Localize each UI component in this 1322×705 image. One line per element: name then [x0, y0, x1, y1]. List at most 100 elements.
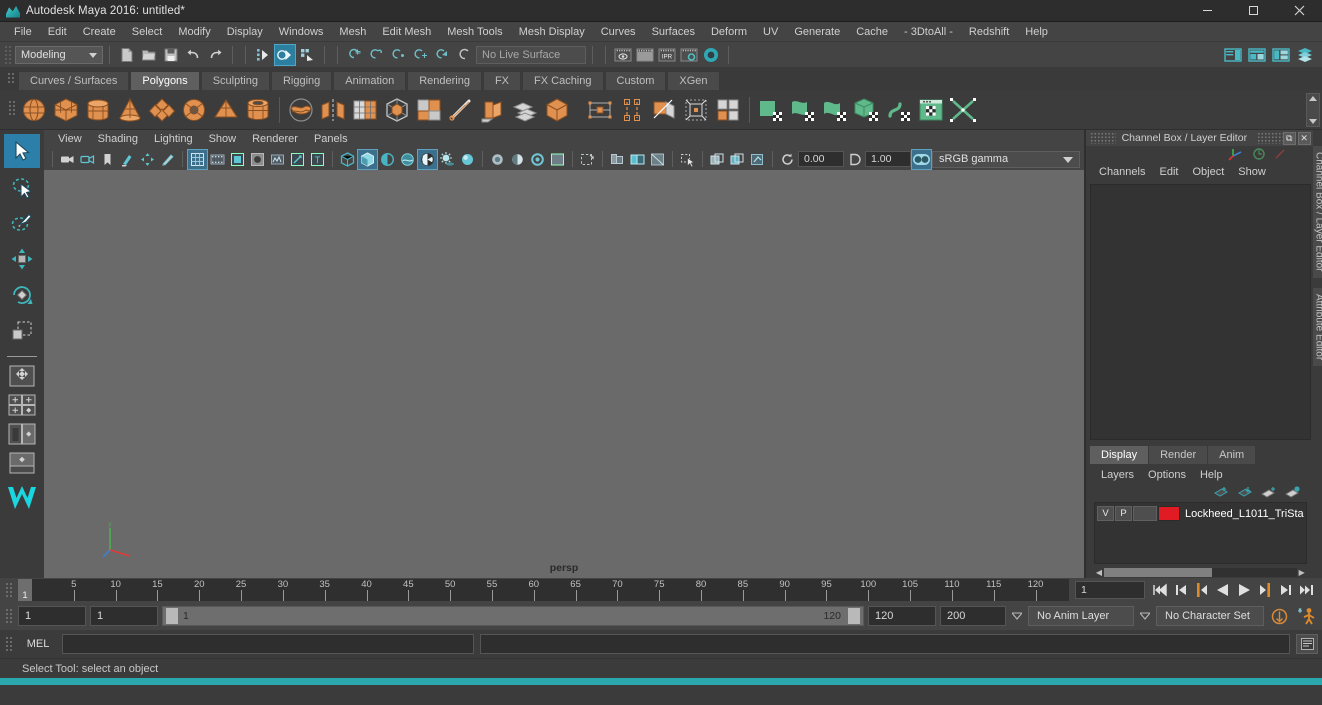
layer-help-menu[interactable]: Help: [1193, 469, 1230, 481]
layer-list[interactable]: V P Lockheed_L1011_TriSta: [1094, 502, 1307, 564]
color-space-selector[interactable]: sRGB gamma: [932, 150, 1080, 168]
viewport-menu-show[interactable]: Show: [201, 130, 245, 148]
character-set-selector[interactable]: No Character Set: [1156, 606, 1264, 626]
manipulator-icon[interactable]: [1225, 147, 1245, 161]
menu-redshift[interactable]: Redshift: [961, 22, 1017, 42]
menu-cache[interactable]: Cache: [848, 22, 896, 42]
persp-outliner-layout-icon[interactable]: [4, 421, 40, 447]
render-view-icon[interactable]: [612, 44, 634, 66]
vertical-tab-channel-box[interactable]: Channel Box / Layer Editor: [1312, 146, 1322, 278]
shelf-tab-curves-surfaces[interactable]: Curves / Surfaces: [18, 71, 130, 90]
attribute-editor-icon[interactable]: [1246, 44, 1268, 66]
scale-tool-button[interactable]: [4, 314, 40, 348]
command-language-label[interactable]: MEL: [20, 638, 56, 650]
poly-pipe-icon[interactable]: [242, 94, 274, 126]
chevron-down-icon[interactable]: [1010, 606, 1024, 626]
panel-drag-handle-right[interactable]: [1256, 132, 1283, 144]
layer-list-scrollbar[interactable]: ◀ ▶: [1094, 567, 1307, 578]
uv-cylindrical-icon[interactable]: [819, 94, 851, 126]
hide-selected-icon[interactable]: [708, 150, 727, 169]
new-layer-from-selected-icon[interactable]: [1237, 486, 1253, 499]
render-sequence-icon[interactable]: [634, 44, 656, 66]
select-camera-icon[interactable]: [58, 150, 77, 169]
range-end-handle[interactable]: [848, 608, 860, 624]
menu-uv[interactable]: UV: [755, 22, 786, 42]
wireframe-icon[interactable]: [338, 150, 357, 169]
grid-toggle-icon[interactable]: [187, 148, 208, 170]
animation-preferences-icon[interactable]: [1294, 606, 1318, 626]
two-d-pan-zoom-icon[interactable]: [138, 150, 157, 169]
poly-cylinder-icon[interactable]: [82, 94, 114, 126]
image-plane-icon[interactable]: [118, 150, 137, 169]
grease-pencil-icon[interactable]: [158, 150, 177, 169]
layer-visibility-toggle[interactable]: V: [1097, 506, 1114, 521]
menu-edit[interactable]: Edit: [40, 22, 75, 42]
auto-key-icon[interactable]: [1268, 607, 1290, 626]
isolate-toggle-icon[interactable]: [748, 150, 767, 169]
gate-mask-icon[interactable]: [248, 150, 267, 169]
combine-icon[interactable]: [285, 94, 317, 126]
select-tool-button[interactable]: [4, 134, 40, 168]
live-surface-field[interactable]: No Live Surface: [476, 45, 586, 64]
uv-unfold-icon[interactable]: [883, 94, 915, 126]
options-menu[interactable]: Options: [1141, 469, 1193, 481]
depth-of-field-icon[interactable]: [528, 150, 547, 169]
shelf-grip[interactable]: [4, 68, 18, 90]
layer-playback-toggle[interactable]: P: [1115, 506, 1132, 521]
menu-curves[interactable]: Curves: [593, 22, 644, 42]
new-scene-icon[interactable]: [116, 44, 138, 66]
select-by-object-icon[interactable]: [274, 43, 296, 66]
show-menu[interactable]: Show: [1231, 166, 1273, 178]
persp-graph-layout-icon[interactable]: [4, 450, 40, 476]
edit-menu[interactable]: Edit: [1152, 166, 1185, 178]
multi-cut-icon[interactable]: [445, 94, 477, 126]
exposure-field[interactable]: 0.00: [798, 151, 844, 167]
save-scene-icon[interactable]: [160, 44, 182, 66]
time-slider-grip[interactable]: [2, 579, 16, 601]
snap-to-projected-center-icon[interactable]: [410, 44, 432, 66]
menu-mesh[interactable]: Mesh: [331, 22, 374, 42]
channels-menu[interactable]: Channels: [1092, 166, 1152, 178]
scroll-left-icon[interactable]: ◀: [1094, 568, 1104, 577]
tab-display[interactable]: Display: [1090, 446, 1149, 464]
shaded-wireframe-icon[interactable]: [378, 150, 397, 169]
uv-editor-icon[interactable]: [755, 94, 787, 126]
command-input-field[interactable]: [62, 634, 474, 654]
range-start-time-field[interactable]: 1: [90, 606, 158, 626]
snap-to-curve-icon[interactable]: [366, 44, 388, 66]
poly-torus-icon[interactable]: [178, 94, 210, 126]
menu-mesh-tools[interactable]: Mesh Tools: [439, 22, 510, 42]
menu-3dtoall[interactable]: - 3DtoAll -: [896, 22, 961, 42]
viewport-menu-panels[interactable]: Panels: [306, 130, 356, 148]
new-layer-icon[interactable]: [1213, 486, 1229, 499]
layer-state-toggle[interactable]: [1133, 506, 1157, 521]
hypershade-icon[interactable]: [700, 44, 722, 66]
menu-file[interactable]: File: [6, 22, 40, 42]
close-button[interactable]: [1276, 0, 1322, 22]
panel-drag-handle[interactable]: [1090, 132, 1116, 144]
four-view-layout-icon[interactable]: [4, 392, 40, 418]
poly-pyramid-icon[interactable]: [210, 94, 242, 126]
snap-to-grid-icon[interactable]: [344, 44, 366, 66]
select-by-component-icon[interactable]: [296, 44, 318, 66]
layers-menu[interactable]: Layers: [1094, 469, 1141, 481]
snap-to-view-plane-icon[interactable]: [432, 44, 454, 66]
step-forward-key-icon[interactable]: [1277, 581, 1295, 599]
menu-generate[interactable]: Generate: [786, 22, 848, 42]
menu-modify[interactable]: Modify: [170, 22, 218, 42]
shelf-tab-fx[interactable]: FX: [482, 71, 522, 90]
textures-icon[interactable]: [398, 150, 417, 169]
menu-set-selector[interactable]: Modeling: [15, 45, 103, 64]
isolate-select-icon[interactable]: [548, 150, 567, 169]
connect-icon[interactable]: [616, 94, 648, 126]
move-tool-button[interactable]: [4, 242, 40, 276]
lasso-select-tool-button[interactable]: [4, 170, 40, 204]
snap-to-point-icon[interactable]: [388, 44, 410, 66]
menu-help[interactable]: Help: [1017, 22, 1056, 42]
current-frame-field[interactable]: 1: [1075, 581, 1145, 599]
poly-cube-icon[interactable]: [50, 94, 82, 126]
layer-row[interactable]: V P Lockheed_L1011_TriSta: [1095, 505, 1306, 522]
ambient-occlusion-icon[interactable]: [458, 150, 477, 169]
tool-settings-icon[interactable]: [1270, 44, 1292, 66]
film-gate-icon[interactable]: [208, 150, 227, 169]
